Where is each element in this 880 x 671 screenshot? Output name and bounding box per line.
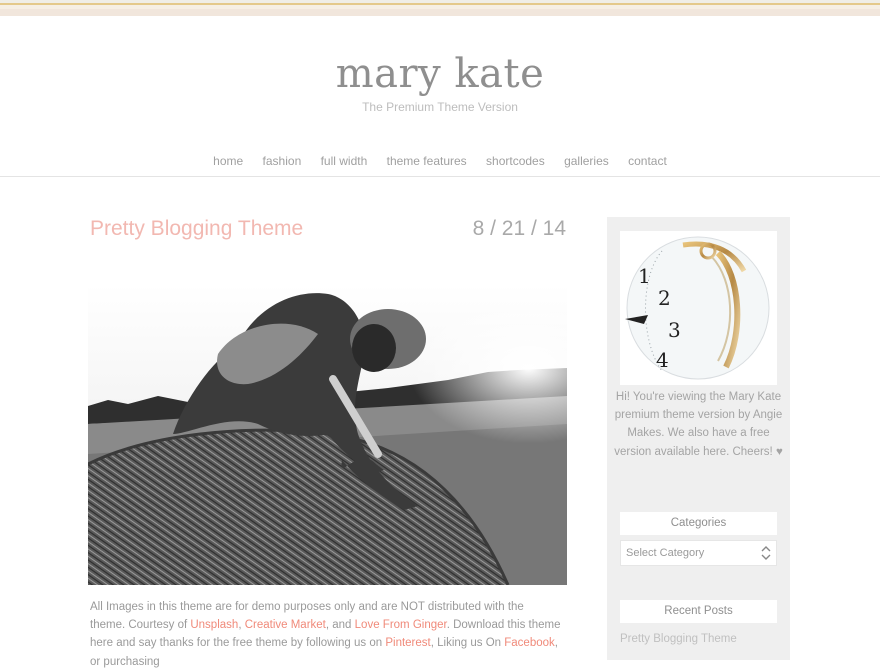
link-creative-market[interactable]: Creative Market [245,619,326,631]
nav-divider [0,176,880,177]
top-decorative-stripe [0,0,880,16]
link-pinterest[interactable]: Pinterest [385,637,430,649]
link-love-from-ginger[interactable]: Love From Ginger [355,619,447,631]
sidebar: 1 2 3 4 Hi! You're viewing the Mary Kate… [607,217,790,660]
clock-numeral-3: 3 [668,318,681,342]
select-arrows-icon [761,546,771,560]
category-select[interactable]: Select Category [620,540,777,566]
profile-image-clock: 1 2 3 4 [620,231,777,385]
link-facebook[interactable]: Facebook [504,637,555,649]
post-title[interactable]: Pretty Blogging Theme [90,217,303,241]
sidebar-bio: Hi! You're viewing the Mary Kate premium… [614,391,783,458]
clock-numeral-2: 2 [658,286,671,310]
post-text-segment: , Liking us On [430,637,505,650]
nav-item-contact[interactable]: contact [628,154,667,168]
nav-item-home[interactable]: home [213,154,243,168]
categories-widget-title: Categories [620,512,777,535]
link-unsplash[interactable]: Unsplash [190,619,238,631]
clock-numeral-1: 1 [638,264,651,288]
post-date: 8 / 21 / 14 [472,217,566,240]
post-featured-image[interactable] [88,284,567,585]
nav-item-theme-features[interactable]: theme features [387,154,467,168]
site-title[interactable]: mary kate [0,50,880,98]
post-text-separator: , and [325,619,355,632]
nav-item-galleries[interactable]: galleries [564,154,609,168]
category-select-value: Select Category [626,547,705,559]
main-nav: home fashion full width theme features s… [0,154,880,168]
site-tagline: The Premium Theme Version [362,100,518,114]
recent-posts-widget-title: Recent Posts [620,600,777,623]
recent-post-link[interactable]: Pretty Blogging Theme [620,633,737,645]
clock-numeral-4: 4 [656,348,669,372]
nav-item-shortcodes[interactable]: shortcodes [486,154,545,168]
nav-item-full-width[interactable]: full width [321,154,368,168]
nav-item-fashion[interactable]: fashion [263,154,302,168]
